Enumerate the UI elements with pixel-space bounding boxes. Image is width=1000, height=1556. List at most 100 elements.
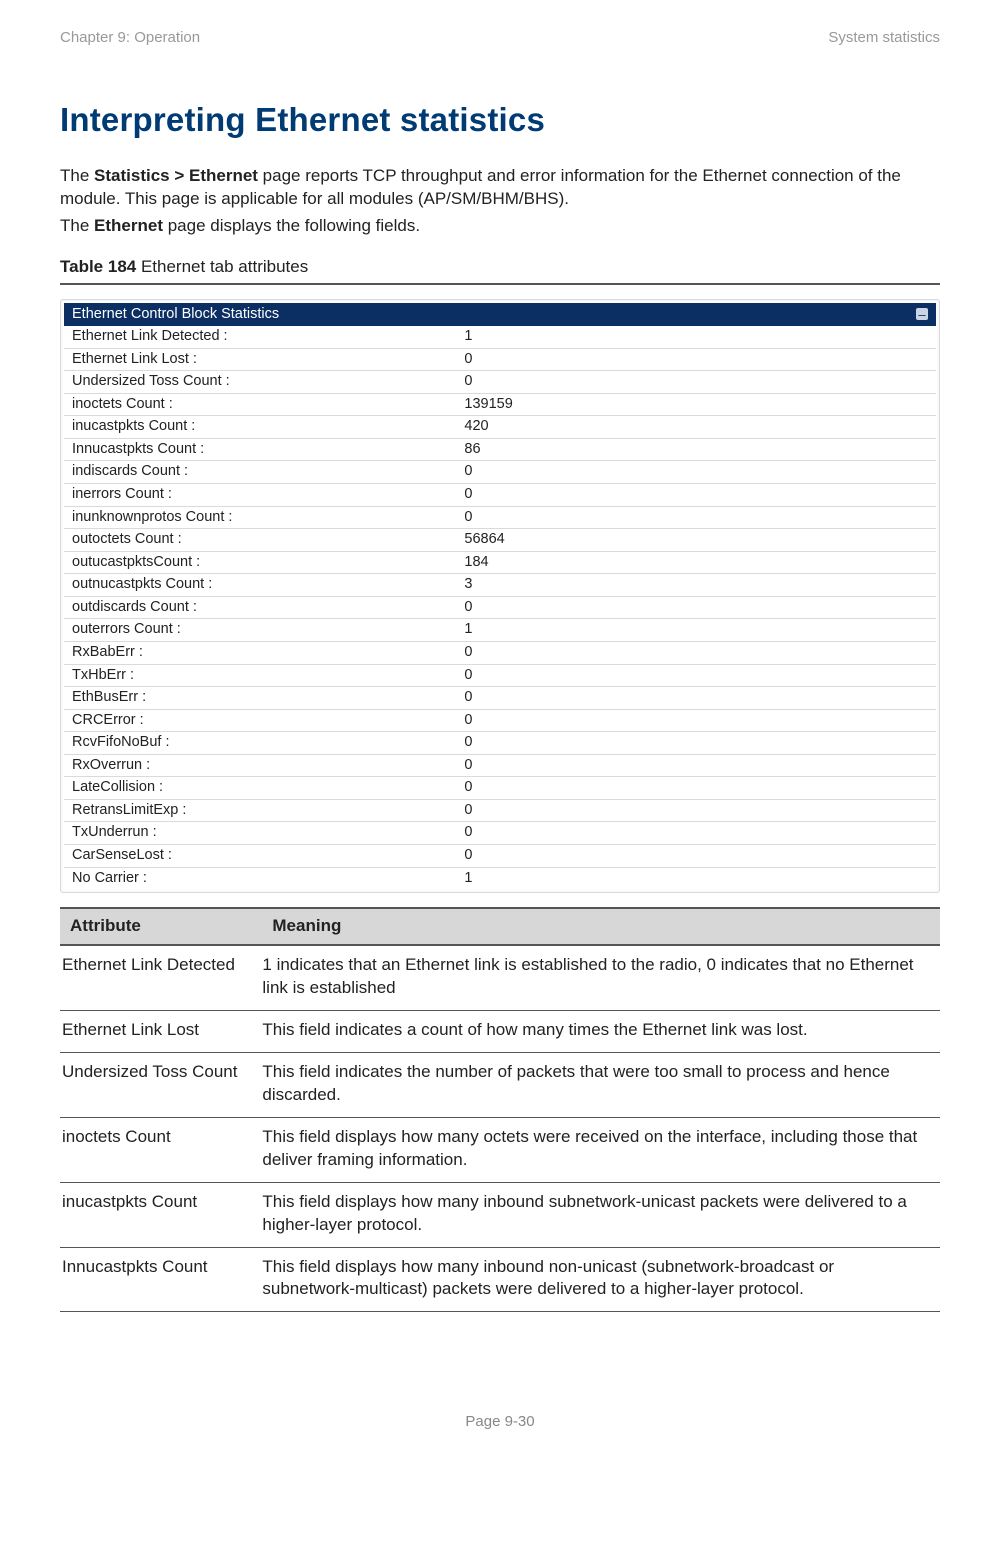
attr-name: inoctets Count (60, 1117, 262, 1182)
stats-panel: Ethernet Control Block Statistics – Ethe… (60, 299, 940, 894)
attr-meaning: This field indicates the number of packe… (262, 1052, 940, 1117)
stats-value: 0 (456, 822, 936, 845)
stats-value: 0 (456, 348, 936, 371)
stats-row: No Carrier :1 (64, 867, 936, 889)
stats-key: outoctets Count : (64, 529, 456, 552)
attr-header-meaning: Meaning (262, 908, 940, 945)
attr-header-attribute: Attribute (60, 908, 262, 945)
stats-row: Ethernet Link Detected :1 (64, 326, 936, 348)
stats-value: 0 (456, 799, 936, 822)
stats-value: 0 (456, 641, 936, 664)
stats-row: CarSenseLost :0 (64, 845, 936, 868)
stats-value: 0 (456, 506, 936, 529)
stats-key: Ethernet Link Lost : (64, 348, 456, 371)
attr-row: Ethernet Link LostThis field indicates a… (60, 1010, 940, 1052)
stats-value: 139159 (456, 393, 936, 416)
stats-key: indiscards Count : (64, 461, 456, 484)
stats-key: Ethernet Link Detected : (64, 326, 456, 348)
stats-value: 0 (456, 709, 936, 732)
stats-key: CRCError : (64, 709, 456, 732)
stats-value: 1 (456, 867, 936, 889)
stats-row: LateCollision :0 (64, 777, 936, 800)
stats-key: outnucastpkts Count : (64, 574, 456, 597)
stats-row: outerrors Count :1 (64, 619, 936, 642)
attr-name: Innucastpkts Count (60, 1247, 262, 1312)
stats-value: 0 (456, 687, 936, 710)
bold-run: Statistics > Ethernet (94, 166, 258, 185)
attr-name: Ethernet Link Lost (60, 1010, 262, 1052)
attributes-table: Attribute Meaning Ethernet Link Detected… (60, 907, 940, 1312)
stats-key: RcvFifoNoBuf : (64, 732, 456, 755)
bold-run: Ethernet (94, 216, 163, 235)
stats-value: 3 (456, 574, 936, 597)
attr-row: inucastpkts CountThis field displays how… (60, 1182, 940, 1247)
attr-name: Undersized Toss Count (60, 1052, 262, 1117)
stats-key: EthBusErr : (64, 687, 456, 710)
attr-row: Ethernet Link Detected1 indicates that a… (60, 945, 940, 1010)
attr-meaning: This field displays how many inbound non… (262, 1247, 940, 1312)
page-title: Interpreting Ethernet statistics (60, 98, 940, 143)
stats-value: 0 (456, 777, 936, 800)
stats-key: No Carrier : (64, 867, 456, 889)
stats-key: Innucastpkts Count : (64, 438, 456, 461)
text-run: The (60, 216, 94, 235)
stats-row: TxHbErr :0 (64, 664, 936, 687)
attr-meaning: This field displays how many octets were… (262, 1117, 940, 1182)
stats-key: inucastpkts Count : (64, 416, 456, 439)
stats-row: indiscards Count :0 (64, 461, 936, 484)
text-run: page displays the following fields. (163, 216, 420, 235)
stats-row: outoctets Count :56864 (64, 529, 936, 552)
stats-key: outerrors Count : (64, 619, 456, 642)
page-footer: Page 9-30 (60, 1412, 940, 1432)
caption-bold: Table 184 (60, 257, 136, 276)
collapse-icon[interactable]: – (916, 308, 928, 320)
attr-name: Ethernet Link Detected (60, 945, 262, 1010)
stats-row: inunknownprotos Count :0 (64, 506, 936, 529)
stats-value: 1 (456, 326, 936, 348)
stats-row: CRCError :0 (64, 709, 936, 732)
table-caption: Table 184 Ethernet tab attributes (60, 256, 940, 279)
stats-key: inerrors Count : (64, 484, 456, 507)
stats-row: RetransLimitExp :0 (64, 799, 936, 822)
stats-row: outdiscards Count :0 (64, 596, 936, 619)
page-header: Chapter 9: Operation System statistics (60, 28, 940, 48)
attr-meaning: This field displays how many inbound sub… (262, 1182, 940, 1247)
stats-value: 56864 (456, 529, 936, 552)
stats-row: RxBabErr :0 (64, 641, 936, 664)
attr-meaning: This field indicates a count of how many… (262, 1010, 940, 1052)
stats-key: inunknownprotos Count : (64, 506, 456, 529)
attr-row: Innucastpkts CountThis field displays ho… (60, 1247, 940, 1312)
stats-value: 86 (456, 438, 936, 461)
stats-value: 420 (456, 416, 936, 439)
caption-rest: Ethernet tab attributes (136, 257, 308, 276)
stats-key: RxOverrun : (64, 754, 456, 777)
stats-panel-header: Ethernet Control Block Statistics – (64, 303, 936, 327)
stats-value: 1 (456, 619, 936, 642)
stats-row: inucastpkts Count :420 (64, 416, 936, 439)
header-right: System statistics (828, 28, 940, 48)
stats-value: 0 (456, 664, 936, 687)
stats-row: inoctets Count :139159 (64, 393, 936, 416)
stats-row: outnucastpkts Count :3 (64, 574, 936, 597)
stats-row: EthBusErr :0 (64, 687, 936, 710)
stats-table: Ethernet Link Detected :1Ethernet Link L… (64, 326, 936, 889)
stats-key: RxBabErr : (64, 641, 456, 664)
stats-row: RxOverrun :0 (64, 754, 936, 777)
stats-key: TxHbErr : (64, 664, 456, 687)
attr-row: Undersized Toss CountThis field indicate… (60, 1052, 940, 1117)
stats-key: outucastpktsCount : (64, 551, 456, 574)
stats-value: 0 (456, 371, 936, 394)
stats-value: 184 (456, 551, 936, 574)
stats-key: LateCollision : (64, 777, 456, 800)
caption-rule (60, 283, 940, 285)
stats-row: RcvFifoNoBuf :0 (64, 732, 936, 755)
stats-key: inoctets Count : (64, 393, 456, 416)
stats-key: outdiscards Count : (64, 596, 456, 619)
intro-paragraph-2: The Ethernet page displays the following… (60, 215, 940, 238)
stats-key: Undersized Toss Count : (64, 371, 456, 394)
stats-key: CarSenseLost : (64, 845, 456, 868)
header-left: Chapter 9: Operation (60, 28, 200, 48)
intro-paragraph-1: The Statistics > Ethernet page reports T… (60, 165, 940, 211)
stats-row: outucastpktsCount :184 (64, 551, 936, 574)
stats-row: Ethernet Link Lost :0 (64, 348, 936, 371)
